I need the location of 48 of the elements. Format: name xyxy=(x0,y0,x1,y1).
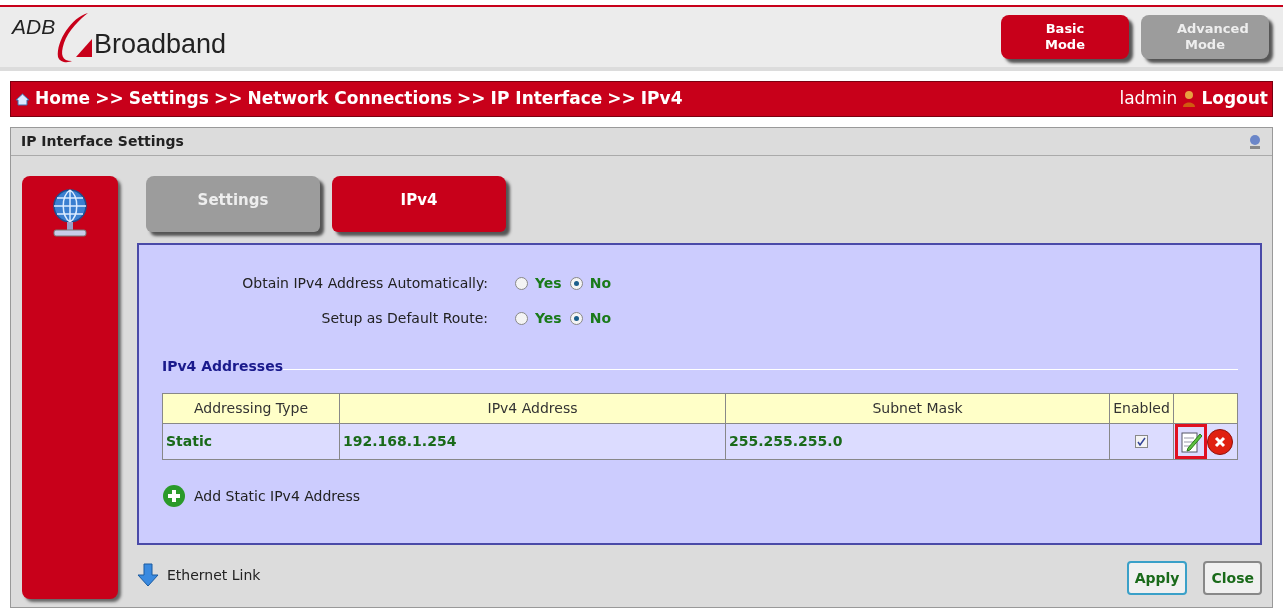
logout-button[interactable]: Logout xyxy=(1201,86,1268,112)
option-label: Setup as Default Route: xyxy=(320,309,488,328)
radio-label: Yes xyxy=(535,309,562,328)
column-header: Subnet Mask xyxy=(725,393,1110,424)
radio-button[interactable] xyxy=(515,277,528,290)
ethernet-link[interactable]: Ethernet Link xyxy=(167,564,261,586)
radio-button[interactable] xyxy=(569,277,583,290)
user-icon xyxy=(1182,90,1197,108)
breadcrumb-separator: >> xyxy=(607,87,636,111)
breadcrumb-link[interactable]: Settings xyxy=(128,86,209,112)
logo-text: Broadband xyxy=(94,31,227,58)
table-cell: 255.255.255.0 xyxy=(725,423,1110,460)
radio-label: No xyxy=(589,274,612,293)
add-icon[interactable] xyxy=(162,484,186,508)
breadcrumb-link[interactable]: Home xyxy=(35,86,91,112)
close-icon xyxy=(1214,435,1226,448)
action-button[interactable]: Apply xyxy=(1126,561,1188,595)
add-address-link[interactable]: Add Static IPv4 Address xyxy=(194,485,360,507)
breadcrumb-link[interactable]: IPv4 xyxy=(640,86,683,112)
delete-button[interactable] xyxy=(1207,428,1233,455)
breadcrumb-link[interactable]: IP Interface xyxy=(490,86,603,112)
option-label: Obtain IPv4 Address Automatically: xyxy=(241,274,488,293)
column-header: IPv4 Address xyxy=(339,393,726,424)
breadcrumb-link[interactable]: Network Connections xyxy=(247,86,453,112)
edit-button[interactable] xyxy=(1175,424,1207,459)
column-header: Enabled xyxy=(1109,393,1174,424)
breadcrumb-separator: >> xyxy=(213,87,243,111)
table-cell: 192.168.1.254 xyxy=(339,423,726,460)
action-button[interactable]: Close xyxy=(1203,561,1262,595)
column-header: Addressing Type xyxy=(162,393,340,424)
radio-button[interactable] xyxy=(515,312,528,325)
breadcrumb-separator: >> xyxy=(95,87,124,111)
radio-label: Yes xyxy=(535,274,562,293)
down-arrow-icon xyxy=(137,563,159,587)
mode-button[interactable]: Basic Mode xyxy=(1001,15,1129,59)
radio-label: No xyxy=(589,309,612,328)
tab[interactable]: IPv4 xyxy=(332,176,506,232)
enabled-checkbox[interactable] xyxy=(1135,435,1148,448)
logo-text: ADB xyxy=(12,14,56,40)
home-icon xyxy=(15,92,30,106)
panel-title: IP Interface Settings xyxy=(21,132,184,151)
network-globe-icon xyxy=(50,188,90,240)
radio-button[interactable] xyxy=(569,312,583,325)
breadcrumb-separator: >> xyxy=(457,87,486,111)
help-icon[interactable] xyxy=(1248,133,1262,150)
section-title: IPv4 Addresses xyxy=(162,357,283,376)
table-cell: Static xyxy=(162,423,340,460)
username-text: ladmin xyxy=(1119,87,1178,111)
